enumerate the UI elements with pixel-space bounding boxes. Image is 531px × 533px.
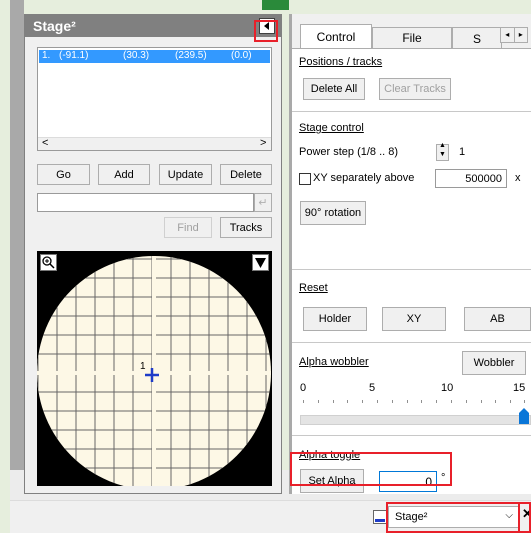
horizontal-scrollbar[interactable]: < > [38, 137, 271, 150]
separator [292, 342, 531, 343]
control-panel: Control File S ◂ ▸ Positions / tracks De… [292, 14, 531, 494]
collapse-button[interactable] [259, 18, 275, 34]
alpha-unit: ° [441, 472, 446, 484]
window-select-value: Stage² [395, 511, 428, 523]
wobbler-scale-5: 5 [369, 382, 376, 394]
tab-scroll-left-icon[interactable]: ◂ [501, 28, 515, 42]
separator [292, 111, 531, 112]
find-button[interactable]: Find [164, 217, 212, 238]
stage-window: Stage² 1. (-91.1) (30.3) (239.5) (0.0) <… [24, 14, 282, 494]
chevron-down-icon: ⌵ [505, 510, 513, 521]
wobbler-scale-15: 15 [513, 382, 526, 394]
wobbler-button[interactable]: Wobbler [462, 351, 526, 375]
zoom-icon[interactable] [40, 254, 57, 271]
update-button[interactable]: Update [159, 164, 212, 185]
stage-title-bar: Stage² [25, 15, 281, 37]
go-button[interactable]: Go [37, 164, 90, 185]
power-step-value: 1 [459, 146, 466, 158]
tab-control-label: Control [316, 29, 356, 44]
stage-title: Stage² [33, 18, 76, 34]
position-name-input[interactable] [37, 193, 254, 212]
app-frame-accent [262, 0, 289, 10]
enter-button[interactable]: ↵ [254, 193, 272, 212]
scroll-left-icon[interactable]: < [42, 137, 48, 149]
tab-third[interactable]: S [452, 27, 502, 49]
wobbler-scale-10: 10 [441, 382, 454, 394]
xy-separately-label: XY separately above [313, 172, 415, 184]
xy-separately-input[interactable]: 500000 [435, 169, 507, 188]
list-item-y: (30.3) [123, 50, 150, 61]
list-item-z: (239.5) [175, 50, 207, 61]
map-menu-button[interactable] [252, 254, 269, 271]
rotation-button[interactable]: 90° rotation [300, 201, 366, 225]
stage-map[interactable]: 1 [37, 251, 272, 486]
positions-header: Positions / tracks [299, 56, 383, 68]
wobbler-slider-track[interactable] [300, 415, 531, 425]
tab-scroll-right-icon[interactable]: ▸ [515, 28, 528, 42]
list-item-a: (0.0) [231, 50, 252, 61]
xy-separately-value: 500000 [465, 172, 502, 185]
reset-header: Reset [299, 282, 328, 294]
list-item[interactable]: 1. (-91.1) (30.3) (239.5) (0.0) [39, 50, 270, 63]
separator [292, 269, 531, 270]
tracks-button[interactable]: Tracks [220, 217, 272, 238]
set-alpha-button[interactable]: Set Alpha [300, 469, 364, 493]
delete-all-button[interactable]: Delete All [303, 78, 365, 100]
separator [292, 435, 531, 436]
tab-scroll[interactable]: ◂ ▸ [500, 27, 528, 43]
wobbler-ticks [303, 400, 525, 404]
alpha-toggle-header: Alpha toggle [299, 449, 361, 461]
position-crosshair-icon [145, 368, 159, 382]
triangle-left-icon [264, 22, 269, 30]
stage-control-header: Stage control [299, 122, 364, 134]
close-icon[interactable]: ✕ [522, 506, 531, 522]
alpha-wobbler-header: Alpha wobbler [299, 356, 369, 368]
scroll-right-icon[interactable]: > [260, 137, 266, 149]
delete-button[interactable]: Delete [220, 164, 272, 185]
wobbler-scale-0: 0 [300, 382, 307, 394]
holder-button[interactable]: Holder [303, 307, 367, 331]
add-button[interactable]: Add [98, 164, 150, 185]
app-frame-left [10, 0, 24, 470]
window-select[interactable]: Stage² ⌵ [388, 506, 520, 528]
wobbler-slider-thumb[interactable] [519, 408, 529, 424]
spin-up-icon[interactable]: ▲ [439, 142, 446, 149]
spin-down-icon[interactable]: ▼ [439, 151, 446, 158]
triangle-down-icon [255, 258, 266, 268]
list-item-index: 1. [42, 50, 51, 61]
xy-button[interactable]: XY [382, 307, 446, 331]
positions-list[interactable]: 1. (-91.1) (30.3) (239.5) (0.0) < > [37, 47, 272, 151]
xy-separately-unit: x [515, 172, 521, 184]
bottom-toolbar: Stage² ⌵ ✕ [10, 500, 531, 533]
power-step-spinner[interactable]: ▲ ▼ [436, 142, 449, 161]
alpha-value-input[interactable]: 0 [379, 471, 437, 492]
tab-file[interactable]: File [372, 27, 452, 49]
tab-third-label: S [473, 32, 482, 46]
list-item-x: (-91.1) [59, 50, 89, 61]
tab-control[interactable]: Control [300, 24, 372, 48]
xy-separately-checkbox[interactable] [299, 173, 311, 185]
power-step-label: Power step (1/8 .. 8) [299, 146, 399, 158]
enter-icon: ↵ [258, 197, 268, 209]
tab-file-label: File [402, 31, 422, 45]
stage-window-icon[interactable] [373, 510, 387, 524]
tab-content: Positions / tracks Delete All Clear Trac… [292, 48, 531, 494]
clear-tracks-button[interactable]: Clear Tracks [379, 78, 451, 100]
alpha-value: 0 [425, 474, 432, 489]
ab-button[interactable]: AB [464, 307, 531, 331]
